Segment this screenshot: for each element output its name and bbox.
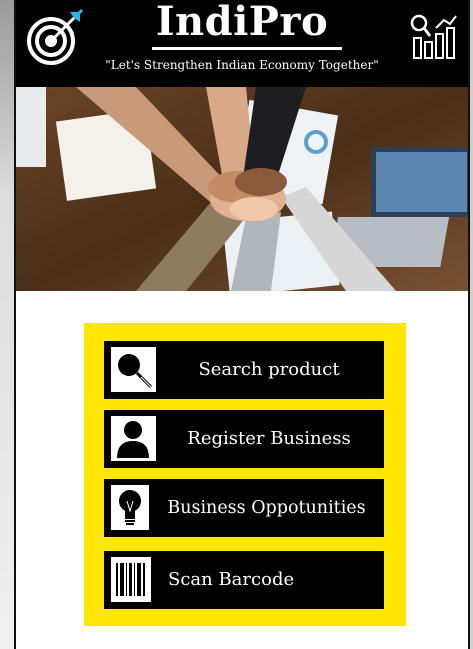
header: IndiPro "Let's Strengthen Indian Economy… — [16, 0, 468, 87]
search-product-button[interactable]: Search product — [104, 341, 384, 399]
hero-image — [16, 87, 468, 291]
brand-underline — [152, 47, 342, 50]
scan-barcode-button[interactable]: Scan Barcode — [104, 551, 384, 609]
lightbulb-icon — [111, 485, 149, 530]
search-product-label: Search product — [198, 359, 340, 380]
team-hands-photo — [16, 87, 468, 291]
growth-chart-icon[interactable] — [410, 14, 458, 64]
barcode-icon — [111, 557, 151, 602]
user-icon — [111, 416, 156, 461]
app-frame: IndiPro "Let's Strengthen Indian Economy… — [14, 0, 470, 649]
menu-panel: Search product Register Business Busines… — [84, 323, 406, 626]
brand-title: IndiPro — [155, 0, 329, 45]
register-business-button[interactable]: Register Business — [104, 410, 384, 468]
search-icon — [111, 347, 156, 392]
tagline: "Let's Strengthen Indian Economy Togethe… — [105, 58, 379, 72]
side-gradient — [0, 0, 14, 649]
business-opportunities-label: Business Oppotunities — [167, 498, 366, 518]
scan-barcode-label: Scan Barcode — [168, 569, 295, 590]
register-business-label: Register Business — [187, 428, 351, 449]
business-opportunities-button[interactable]: Business Oppotunities — [104, 479, 384, 537]
